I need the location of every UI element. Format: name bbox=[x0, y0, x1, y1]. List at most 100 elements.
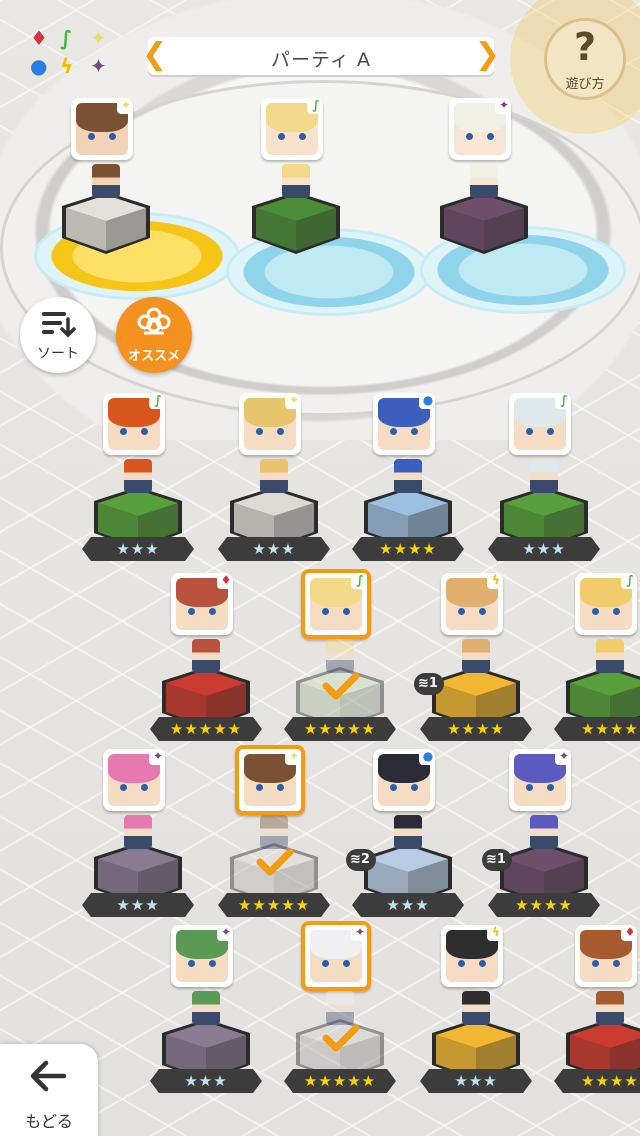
character-sprite bbox=[394, 815, 422, 849]
roster-character-r14[interactable]: ✦ ★★★★★ bbox=[284, 921, 396, 1095]
party-edit-screen: ♦ ∫ ✦ ● ϟ ✦ ❮ パーティ A ❯ ? 遊び方 ✦ ∫ ✦ ∫ ★★★ ✦ ★★★ ● ★★★… bbox=[0, 0, 640, 1136]
character-portrait: ♦ bbox=[171, 573, 233, 635]
character-sprite bbox=[596, 991, 624, 1025]
roster-character-r4[interactable]: ∫ ★★★ bbox=[488, 393, 600, 563]
checkmark-icon bbox=[322, 672, 360, 700]
fire-element-icon: ♦ bbox=[621, 925, 637, 941]
character-sprite bbox=[462, 991, 490, 1025]
roster-character-r16[interactable]: ♦ ★★★★ bbox=[554, 925, 640, 1095]
character-portrait: ϟ bbox=[441, 925, 503, 987]
character-pedestal bbox=[250, 190, 342, 256]
light-element-icon: ✦ bbox=[285, 393, 301, 409]
dark-element-icon: ✦ bbox=[217, 925, 233, 941]
light-element-icon: ✦ bbox=[90, 26, 107, 50]
dark-element-icon: ✦ bbox=[555, 749, 571, 765]
wind-element-icon: ∫ bbox=[621, 573, 637, 589]
sort-button[interactable]: ソート bbox=[20, 297, 96, 373]
party-selector: ❮ パーティ A ❯ bbox=[142, 37, 500, 75]
chevron-right-icon[interactable]: ❯ bbox=[475, 39, 500, 71]
roster-character-r8[interactable]: ∫ ★★★★ bbox=[554, 573, 640, 743]
roster-character-r5[interactable]: ♦ ★★★★★ bbox=[150, 573, 262, 743]
back-button[interactable]: もどる bbox=[0, 1044, 98, 1136]
character-portrait: ✦ bbox=[171, 925, 233, 987]
duplicate-count-badge: ≋1 bbox=[414, 673, 444, 695]
character-pedestal bbox=[60, 190, 152, 256]
recommend-icon bbox=[137, 307, 171, 335]
character-portrait: ♦ bbox=[575, 925, 637, 987]
rarity-stars: ★★★★★ bbox=[150, 717, 262, 741]
light-element-icon: ✦ bbox=[117, 98, 133, 114]
character-portrait: ∫ bbox=[575, 573, 637, 635]
character-sprite bbox=[596, 639, 624, 673]
character-sprite bbox=[462, 639, 490, 673]
character-portrait: ✦ bbox=[71, 98, 133, 160]
duplicate-count-badge: ≋2 bbox=[346, 849, 376, 871]
checkmark-icon bbox=[256, 848, 294, 876]
character-sprite bbox=[260, 459, 288, 493]
character-portrait: ✦ bbox=[509, 749, 571, 811]
rarity-stars: ★★★★ bbox=[488, 893, 600, 917]
party-title: パーティ A bbox=[271, 49, 371, 71]
character-portrait: ∫ bbox=[301, 569, 371, 639]
fire-element-icon: ♦ bbox=[217, 573, 233, 589]
thunder-element-icon: ϟ bbox=[487, 573, 503, 589]
roster-character-r6[interactable]: ∫ ★★★★★ bbox=[284, 569, 396, 743]
rarity-stars: ★★★★★ bbox=[284, 717, 396, 741]
character-portrait: ϟ bbox=[441, 573, 503, 635]
rarity-stars: ★★★ bbox=[218, 537, 330, 561]
character-portrait: ● bbox=[373, 749, 435, 811]
thunder-element-icon: ϟ bbox=[60, 54, 74, 78]
character-portrait: ∫ bbox=[103, 393, 165, 455]
recommend-button[interactable]: オススメ bbox=[116, 297, 192, 373]
roster-character-r1[interactable]: ∫ ★★★ bbox=[82, 393, 194, 563]
dark-element-icon: ✦ bbox=[351, 925, 367, 941]
character-portrait: ∫ bbox=[509, 393, 571, 455]
roster-character-r3[interactable]: ● ★★★★ bbox=[352, 393, 464, 563]
character-sprite bbox=[192, 639, 220, 673]
character-sprite bbox=[260, 815, 288, 849]
roster-character-r2[interactable]: ✦ ★★★ bbox=[218, 393, 330, 563]
character-portrait: ✦ bbox=[103, 749, 165, 811]
wind-element-icon: ∫ bbox=[351, 573, 367, 589]
character-sprite bbox=[394, 459, 422, 493]
roster-character-r13[interactable]: ✦ ★★★ bbox=[150, 925, 262, 1095]
character-sprite bbox=[530, 459, 558, 493]
character-portrait: ✦ bbox=[449, 98, 511, 160]
roster-character-r7[interactable]: ϟ ≋1 ★★★★ bbox=[414, 573, 532, 743]
rarity-stars: ★★★★ bbox=[554, 1069, 640, 1093]
wind-element-icon: ∫ bbox=[149, 393, 165, 409]
wind-element-icon: ∫ bbox=[555, 393, 571, 409]
dark-element-icon: ✦ bbox=[149, 749, 165, 765]
roster-character-r12[interactable]: ✦ ≋1 ★★★★ bbox=[482, 749, 600, 919]
party-slot-2[interactable]: ∫ bbox=[246, 98, 346, 268]
rarity-stars: ★★★ bbox=[82, 537, 194, 561]
rarity-stars: ★★★★★ bbox=[284, 1069, 396, 1093]
roster-character-r9[interactable]: ✦ ★★★ bbox=[82, 749, 194, 919]
rarity-stars: ★★★ bbox=[420, 1069, 532, 1093]
roster-character-r11[interactable]: ● ≋2 ★★★ bbox=[346, 749, 464, 919]
rarity-stars: ★★★★ bbox=[420, 717, 532, 741]
character-sprite bbox=[326, 991, 354, 1025]
wind-element-icon: ∫ bbox=[60, 26, 73, 50]
rarity-stars: ★★★★ bbox=[352, 537, 464, 561]
help-button[interactable]: ? 遊び方 bbox=[544, 18, 626, 100]
roster-character-r10[interactable]: ✦ ★★★★★ bbox=[218, 745, 330, 919]
dark-element-icon: ✦ bbox=[495, 98, 511, 114]
rarity-stars: ★★★ bbox=[352, 893, 464, 917]
rarity-stars: ★★★ bbox=[82, 893, 194, 917]
rarity-stars: ★★★★★ bbox=[218, 893, 330, 917]
character-pedestal bbox=[438, 190, 530, 256]
rarity-stars: ★★★ bbox=[150, 1069, 262, 1093]
character-sprite bbox=[124, 815, 152, 849]
thunder-element-icon: ϟ bbox=[487, 925, 503, 941]
checkmark-icon bbox=[322, 1024, 360, 1052]
water-element-icon: ● bbox=[419, 749, 435, 765]
party-slot-1[interactable]: ✦ bbox=[56, 98, 156, 268]
character-sprite bbox=[124, 459, 152, 493]
rarity-stars: ★★★ bbox=[488, 537, 600, 561]
character-portrait: ∫ bbox=[261, 98, 323, 160]
character-portrait: ✦ bbox=[301, 921, 371, 991]
roster-character-r15[interactable]: ϟ ★★★ bbox=[420, 925, 532, 1095]
party-slot-3[interactable]: ✦ bbox=[434, 98, 534, 268]
water-element-icon: ● bbox=[30, 54, 48, 78]
